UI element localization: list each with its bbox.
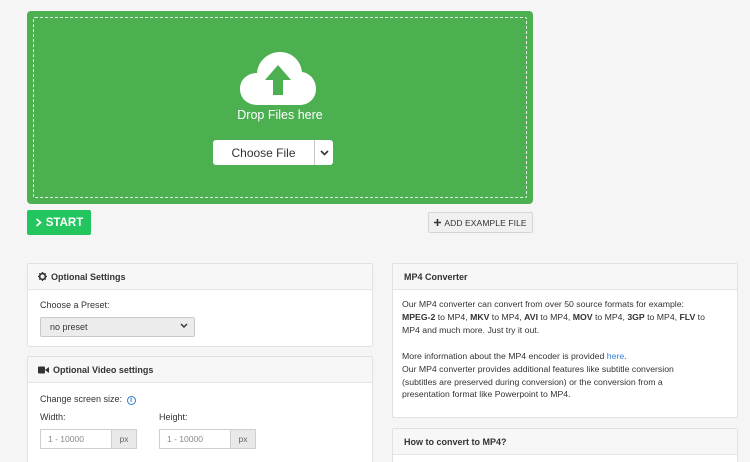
screen-size-text: Change screen size: — [40, 394, 123, 404]
chevron-right-icon — [35, 218, 42, 227]
features-line: presentation format like Powerpoint to M… — [402, 389, 571, 400]
height-field: 1 - 10000 px — [159, 429, 256, 449]
height-label: Height: — [159, 412, 188, 422]
chevron-down-icon — [319, 149, 329, 156]
formats-line: MPEG-2 to MP4, MKV to MP4, AVI to MP4, M… — [402, 311, 705, 322]
start-button[interactable]: START — [27, 210, 91, 235]
here-link[interactable]: here — [607, 351, 624, 361]
optional-settings-panel: Optional Settings Choose a Preset: no pr… — [27, 263, 373, 347]
description-line: MP4 and much more. Just try it out. — [402, 324, 540, 335]
choose-file-button[interactable]: Choose File — [213, 140, 314, 165]
more-info-line: More information about the MP4 encoder i… — [402, 351, 627, 361]
width-unit: px — [111, 429, 137, 449]
preset-label: Choose a Preset: — [40, 300, 110, 310]
panel-title: MP4 Converter — [404, 271, 468, 282]
panel-title: Optional Settings — [51, 271, 126, 282]
plus-icon — [434, 219, 442, 226]
panel-title: How to convert to MP4? — [404, 436, 507, 447]
how-to-convert-panel: How to convert to MP4? — [392, 428, 738, 462]
video-camera-icon — [38, 366, 49, 373]
mp4-more-info: More information about the MP4 encoder i… — [402, 350, 732, 401]
info-icon[interactable]: i — [126, 396, 136, 405]
add-example-file-button[interactable]: ADD EXAMPLE FILE — [428, 212, 533, 233]
panel-header: Optional Video settings — [28, 357, 372, 383]
choose-file-group: Choose File — [213, 140, 333, 165]
features-line: (subtitles are preserved during conversi… — [402, 376, 663, 387]
choose-file-dropdown-button[interactable] — [314, 140, 333, 165]
screen-size-label: Change screen size: i — [40, 394, 136, 405]
drop-files-text: Drop Files here — [237, 108, 323, 122]
gear-icon — [38, 272, 47, 281]
panel-header: Optional Settings — [28, 264, 372, 290]
mp4-description: Our MP4 converter can convert from over … — [402, 298, 732, 336]
start-label: START — [45, 216, 84, 229]
preset-value: no preset — [50, 322, 88, 332]
description-line: Our MP4 converter can convert from over … — [402, 299, 684, 309]
cloud-upload-icon — [240, 52, 316, 105]
width-input[interactable]: 1 - 10000 — [40, 429, 111, 449]
mp4-converter-panel: MP4 Converter Our MP4 converter can conv… — [392, 263, 738, 418]
height-input[interactable]: 1 - 10000 — [159, 429, 230, 449]
file-dropzone[interactable]: Drop Files here Choose File — [27, 11, 533, 204]
width-field: 1 - 10000 px — [40, 429, 137, 449]
panel-header: MP4 Converter — [393, 264, 737, 290]
panel-header: How to convert to MP4? — [393, 429, 737, 455]
optional-video-settings-panel: Optional Video settings Change screen si… — [27, 356, 373, 462]
add-example-label: ADD EXAMPLE FILE — [444, 217, 527, 228]
preset-select[interactable]: no preset — [40, 317, 195, 337]
width-label: Width: — [40, 412, 66, 422]
features-line: Our MP4 converter provides additional fe… — [402, 363, 674, 374]
panel-title: Optional Video settings — [53, 364, 154, 375]
chevron-down-icon — [180, 323, 188, 328]
height-unit: px — [230, 429, 256, 449]
